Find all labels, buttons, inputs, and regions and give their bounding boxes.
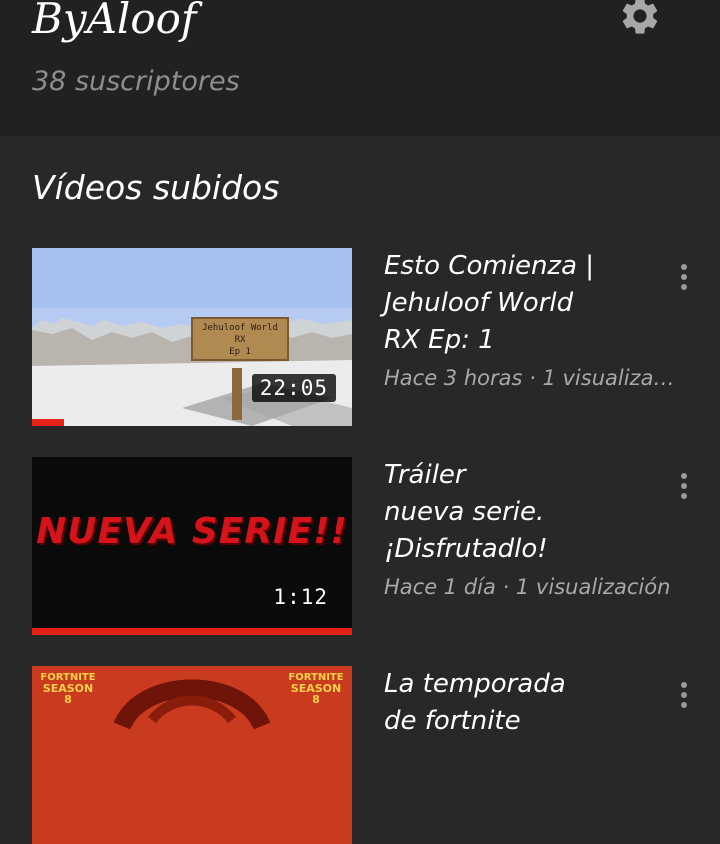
- video-title-line: RX Ep: 1: [384, 325, 495, 355]
- video-meta: Hace 1 día · 1 visualización: [384, 575, 671, 599]
- video-thumbnail[interactable]: NUEVA SERIE!! 1:12: [32, 457, 352, 635]
- gear-icon[interactable]: [618, 0, 662, 38]
- watch-progress-bar: [32, 419, 64, 426]
- video-duration: 1:12: [273, 585, 328, 609]
- fortnite-label-right: FORTNITE SEASON 8: [286, 672, 346, 705]
- channel-name: ByAloof: [32, 0, 197, 43]
- video-title-line: Jehuloof World: [384, 288, 574, 318]
- sign-line-2: RX: [235, 335, 246, 345]
- more-vert-icon[interactable]: [672, 473, 696, 503]
- video-item[interactable]: FORTNITE SEASON 8 FORTNITE SEASON 8 La t…: [0, 666, 720, 844]
- video-title-line: nueva serie.: [384, 497, 545, 527]
- video-title-line: de fortnite: [384, 706, 521, 736]
- video-title-line: Tráiler: [384, 460, 466, 490]
- sign-line-3: Ep 1: [229, 347, 251, 357]
- video-title[interactable]: La temporada de fortnite: [384, 666, 684, 740]
- video-thumbnail[interactable]: Jehuloof World RX Ep 1 22:05: [32, 248, 352, 426]
- video-title-line: ¡Disfrutadlo!: [384, 534, 548, 564]
- section-title: Vídeos subidos: [32, 168, 280, 207]
- video-title-line: La temporada: [384, 669, 566, 699]
- video-duration: 22:05: [251, 374, 336, 402]
- fortnite-label-left: FORTNITE SEASON 8: [38, 672, 98, 705]
- watch-progress-bar: [32, 628, 352, 635]
- video-title-line: Esto Comienza |: [384, 251, 595, 281]
- fortnite-label-bottom: SEASON 8: [290, 682, 342, 706]
- more-vert-icon[interactable]: [672, 682, 696, 712]
- video-thumbnail[interactable]: FORTNITE SEASON 8 FORTNITE SEASON 8: [32, 666, 352, 844]
- video-title[interactable]: Esto Comienza | Jehuloof World RX Ep: 1: [384, 248, 684, 359]
- more-vert-icon[interactable]: [672, 264, 696, 294]
- sign-line-1: Jehuloof World: [202, 323, 278, 333]
- video-item[interactable]: NUEVA SERIE!! 1:12 Tráiler nueva serie. …: [0, 457, 720, 635]
- video-title[interactable]: Tráiler nueva serie. ¡Disfrutadlo!: [384, 457, 684, 568]
- thumbnail-text: NUEVA SERIE!!: [36, 511, 348, 552]
- subscriber-count: 38 suscriptores: [32, 66, 240, 97]
- fortnite-label-bottom: SEASON 8: [42, 682, 94, 706]
- video-meta: Hace 3 horas · 1 visualización: [384, 366, 684, 390]
- video-item[interactable]: Jehuloof World RX Ep 1 22:05 Esto Comien…: [0, 248, 720, 426]
- channel-header: ByAloof 38 suscriptores: [0, 0, 720, 136]
